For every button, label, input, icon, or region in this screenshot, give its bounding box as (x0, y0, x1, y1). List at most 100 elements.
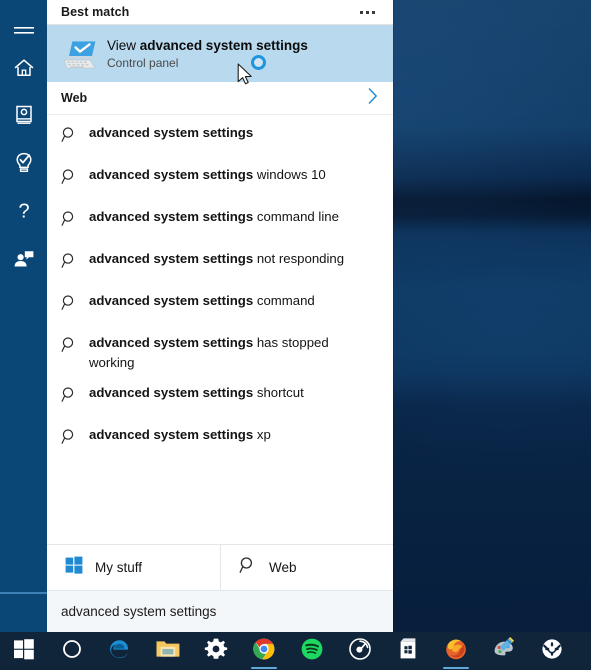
suggestion-query-match: advanced system settings (89, 335, 254, 350)
cortana-search-panel: ? Best match View advanced system settin… (0, 0, 393, 632)
suggestion-query-match: advanced system settings (89, 427, 254, 442)
suggestion-query-rest: shortcut (253, 385, 304, 400)
web-suggestion-label: advanced system settings (83, 123, 253, 143)
web-suggestion-list: advanced system settings advanced system… (47, 115, 393, 462)
suggestion-query-rest: command line (253, 209, 339, 224)
sidebar-item-help[interactable]: ? (0, 187, 47, 234)
paint-icon (491, 636, 517, 666)
search-icon (61, 334, 83, 354)
hamburger-icon (13, 24, 35, 40)
best-match-query: advanced system settings (139, 37, 308, 53)
folder-icon (155, 638, 181, 665)
search-icon (61, 426, 83, 446)
web-suggestion-label: advanced system settings shortcut (83, 383, 304, 403)
spotify-icon (300, 637, 324, 666)
tab-my-stuff-label: My stuff (95, 560, 143, 575)
web-suggestion-label: advanced system settings xp (83, 425, 271, 445)
web-suggestion-item[interactable]: advanced system settings command (47, 286, 393, 328)
search-icon (61, 292, 83, 312)
web-suggestion-item[interactable]: advanced system settings has stopped wor… (47, 328, 393, 378)
overflow-menu-icon[interactable] (360, 10, 379, 14)
suggestion-query-match: advanced system settings (89, 167, 254, 182)
chrome-icon (252, 637, 276, 666)
suggestion-query-rest: windows 10 (253, 167, 326, 182)
search-icon (61, 250, 83, 270)
web-suggestion-item[interactable]: advanced system settings command line (47, 202, 393, 244)
web-suggestion-item[interactable]: advanced system settings shortcut (47, 378, 393, 420)
notebook-icon (14, 104, 34, 126)
suggestion-query-match: advanced system settings (89, 125, 254, 140)
sidebar-item-notebook[interactable] (0, 91, 47, 138)
best-match-subtitle: Control panel (107, 55, 179, 70)
web-section-label: Web (61, 91, 88, 105)
taskbar-item-groove-music[interactable] (336, 632, 384, 670)
search-input-value: advanced system settings (61, 604, 217, 619)
taskbar-item-paint[interactable] (480, 632, 528, 670)
web-suggestion-label: advanced system settings command (83, 291, 315, 311)
store-bag-icon (397, 637, 419, 666)
taskbar-item-start[interactable] (0, 632, 48, 670)
taskbar-item-file-explorer[interactable] (144, 632, 192, 670)
taskbar (0, 632, 591, 670)
suggestion-query-rest: command (253, 293, 315, 308)
home-icon (13, 57, 35, 79)
web-suggestion-label: advanced system settings has stopped wor… (83, 333, 371, 373)
search-input[interactable]: advanced system settings (47, 590, 393, 632)
white-circle-icon (540, 637, 564, 666)
search-icon (61, 166, 83, 186)
taskbar-item-firefox[interactable] (432, 632, 480, 670)
tab-web-label: Web (269, 560, 297, 575)
web-suggestion-item[interactable]: advanced system settings windows 10 (47, 160, 393, 202)
bottom-tabs: My stuff Web (47, 544, 393, 590)
web-suggestion-item[interactable]: advanced system settings (47, 118, 393, 160)
web-section-header[interactable]: Web (47, 82, 393, 115)
windows-logo-icon (65, 556, 83, 579)
taskbar-active-indicator (443, 667, 469, 669)
suggestion-query-match: advanced system settings (89, 385, 254, 400)
taskbar-item-settings[interactable] (192, 632, 240, 670)
windows-logo-icon (13, 638, 35, 665)
suggestion-query-match: advanced system settings (89, 251, 254, 266)
cortana-circle-icon (61, 638, 83, 665)
web-suggestion-label: advanced system settings windows 10 (83, 165, 326, 185)
suggestion-query-match: advanced system settings (89, 293, 254, 308)
feedback-person-icon (13, 249, 35, 269)
best-match-result[interactable]: View advanced system settings Control pa… (47, 25, 393, 85)
panel-content: Best match View advanced system settings… (47, 0, 393, 632)
tab-web[interactable]: Web (220, 545, 393, 590)
taskbar-item-store[interactable] (384, 632, 432, 670)
screen: ? Best match View advanced system settin… (0, 0, 591, 670)
web-suggestion-item[interactable]: advanced system settings not responding (47, 244, 393, 286)
monitor-check-icon (61, 34, 101, 74)
suggestion-query-rest: not responding (253, 251, 345, 266)
web-suggestion-label: advanced system settings command line (83, 207, 339, 227)
taskbar-item-edge[interactable] (96, 632, 144, 670)
groove-music-icon (348, 637, 372, 666)
cortana-sidebar: ? (0, 0, 47, 632)
edge-icon (108, 637, 132, 666)
suggestion-query-match: advanced system settings (89, 209, 254, 224)
gear-icon (204, 637, 228, 666)
taskbar-item-chrome[interactable] (240, 632, 288, 670)
taskbar-item-cortana[interactable] (48, 632, 96, 670)
sidebar-item-home[interactable] (0, 44, 47, 91)
sidebar-bottom-accent (0, 592, 47, 594)
chevron-right-icon[interactable] (367, 87, 379, 110)
taskbar-active-indicator (251, 667, 277, 669)
lightbulb-check-icon (13, 151, 35, 175)
sidebar-item-feedback[interactable] (0, 235, 47, 282)
web-suggestion-item[interactable]: advanced system settings xp (47, 420, 393, 462)
best-match-prefix: View (107, 37, 140, 53)
firefox-icon (444, 637, 468, 666)
search-icon (61, 124, 83, 144)
web-suggestion-label: advanced system settings not responding (83, 249, 344, 269)
best-match-header: Best match (47, 0, 393, 25)
best-match-title-text: View advanced system settings (107, 37, 308, 54)
taskbar-item-spotify[interactable] (288, 632, 336, 670)
best-match-title: Best match (61, 5, 130, 19)
taskbar-item-app[interactable] (528, 632, 576, 670)
best-match-text: View advanced system settings Control pa… (107, 37, 308, 71)
search-icon (61, 384, 83, 404)
tab-my-stuff[interactable]: My stuff (47, 545, 220, 590)
sidebar-item-reminders[interactable] (0, 139, 47, 186)
